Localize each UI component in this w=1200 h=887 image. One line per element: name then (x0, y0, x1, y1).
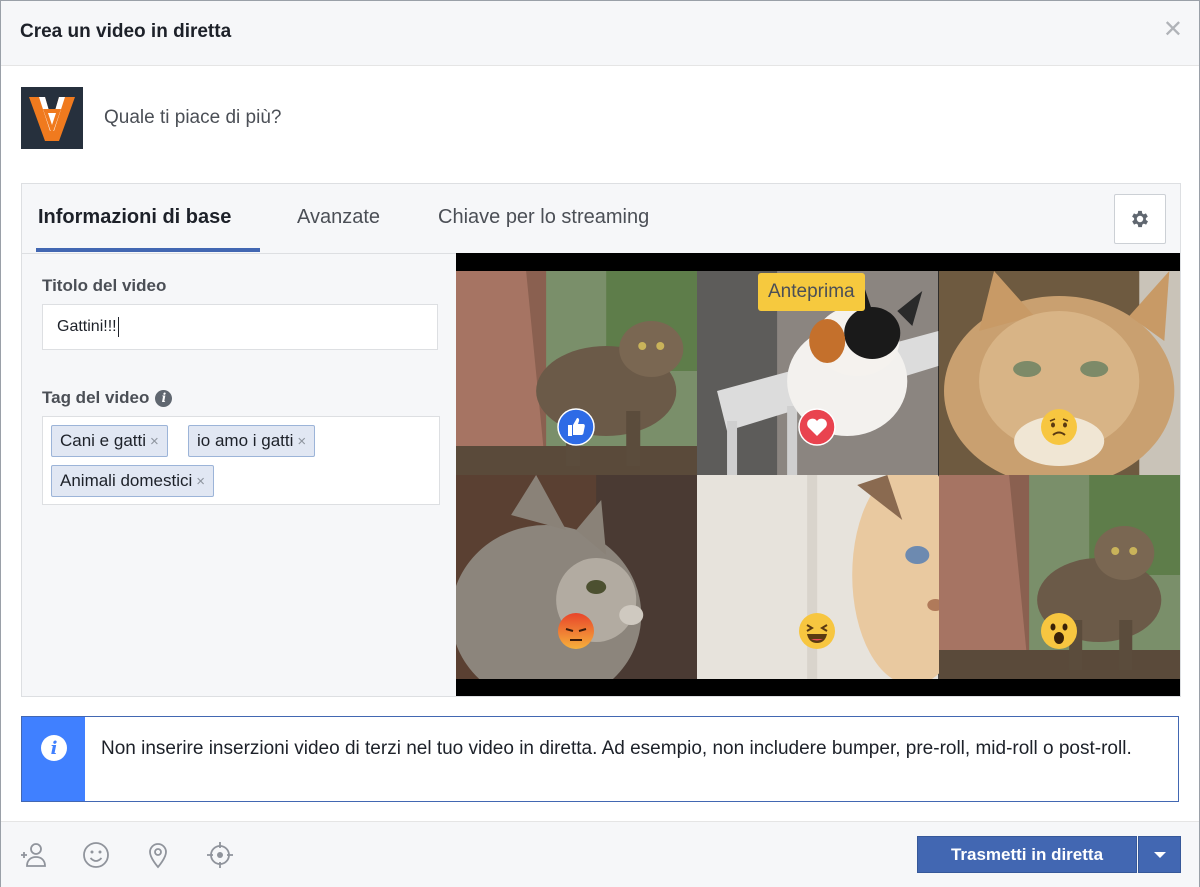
avatar[interactable] (21, 87, 83, 149)
composer-prompt[interactable]: Quale ti piace di più? (104, 107, 281, 129)
tag-chip-label: Cani e gatti (60, 431, 146, 450)
dialog-footer: Trasmetti in diretta (1, 821, 1199, 887)
gear-icon (1132, 210, 1148, 228)
preview-cell (456, 271, 698, 475)
info-icon: i (41, 735, 67, 761)
tab-advanced[interactable]: Avanzate (297, 206, 380, 229)
preview-grid (456, 271, 1180, 679)
tag-chip-label: Animali domestici (60, 471, 193, 490)
location-icon[interactable] (143, 840, 173, 870)
preview-cell (938, 475, 1180, 679)
active-tab-indicator (36, 248, 260, 252)
tag-chip: io amo i gatti × (188, 425, 316, 457)
video-tags-input[interactable]: Cani e gatti × io amo i gatti × Animali do… (42, 416, 440, 505)
preview-badge: Anteprima (758, 273, 865, 311)
preview-cell (938, 271, 1180, 475)
tag-people-icon[interactable] (19, 840, 49, 870)
settings-panel: Informazioni di base Avanzate Chiave per… (21, 183, 1181, 697)
feeling-icon[interactable] (81, 840, 111, 870)
tag-remove-icon[interactable]: × (150, 433, 159, 450)
tab-bar: Informazioni di base Avanzate Chiave per… (22, 184, 1180, 254)
video-preview[interactable]: Anteprima (456, 253, 1180, 696)
video-tags-label: Tag del video i (42, 388, 173, 408)
tab-stream-key[interactable]: Chiave per lo streaming (438, 206, 649, 229)
tag-chip: Animali domestici × (51, 465, 215, 497)
chevron-down-icon (1153, 851, 1166, 858)
tag-chip-label: io amo i gatti (197, 431, 294, 450)
dialog-header: Crea un video in diretta ✕ (1, 1, 1199, 66)
target-audience-icon[interactable] (205, 840, 235, 870)
preview-cell (697, 475, 939, 679)
info-notice: i Non inserire inserzioni video di terzi… (21, 716, 1179, 802)
love-icon (798, 408, 837, 446)
dialog-title: Crea un video in diretta (20, 21, 232, 42)
tab-basic-info[interactable]: Informazioni di base (38, 206, 231, 229)
settings-button[interactable] (1114, 194, 1166, 244)
live-video-dialog: Crea un video in diretta ✕ Quale ti piac… (0, 0, 1200, 887)
info-icon[interactable]: i (155, 389, 173, 407)
sad-icon (1040, 409, 1077, 445)
go-live-button[interactable]: Trasmetti in diretta (917, 836, 1137, 873)
tag-remove-icon[interactable]: × (297, 433, 306, 450)
close-icon[interactable]: ✕ (1163, 18, 1183, 42)
video-tags-label-text: Tag del video (42, 388, 150, 407)
video-title-label: Titolo del video (42, 276, 167, 295)
tag-chip: Cani e gatti × (51, 425, 168, 457)
notice-text: Non inserire inserzioni video di terzi n… (101, 738, 1132, 759)
go-live-options-button[interactable] (1138, 836, 1181, 873)
notice-icon-strip: i (22, 717, 85, 801)
preview-cell (456, 475, 698, 679)
angry-icon (558, 613, 594, 649)
video-title-input[interactable]: Gattini!!! (42, 304, 438, 350)
video-title-value: Gattini!!! (57, 318, 117, 335)
tag-remove-icon[interactable]: × (196, 473, 205, 490)
haha-icon (799, 613, 836, 649)
wow-icon (1040, 613, 1077, 649)
text-caret (117, 317, 119, 337)
like-icon (557, 408, 595, 446)
